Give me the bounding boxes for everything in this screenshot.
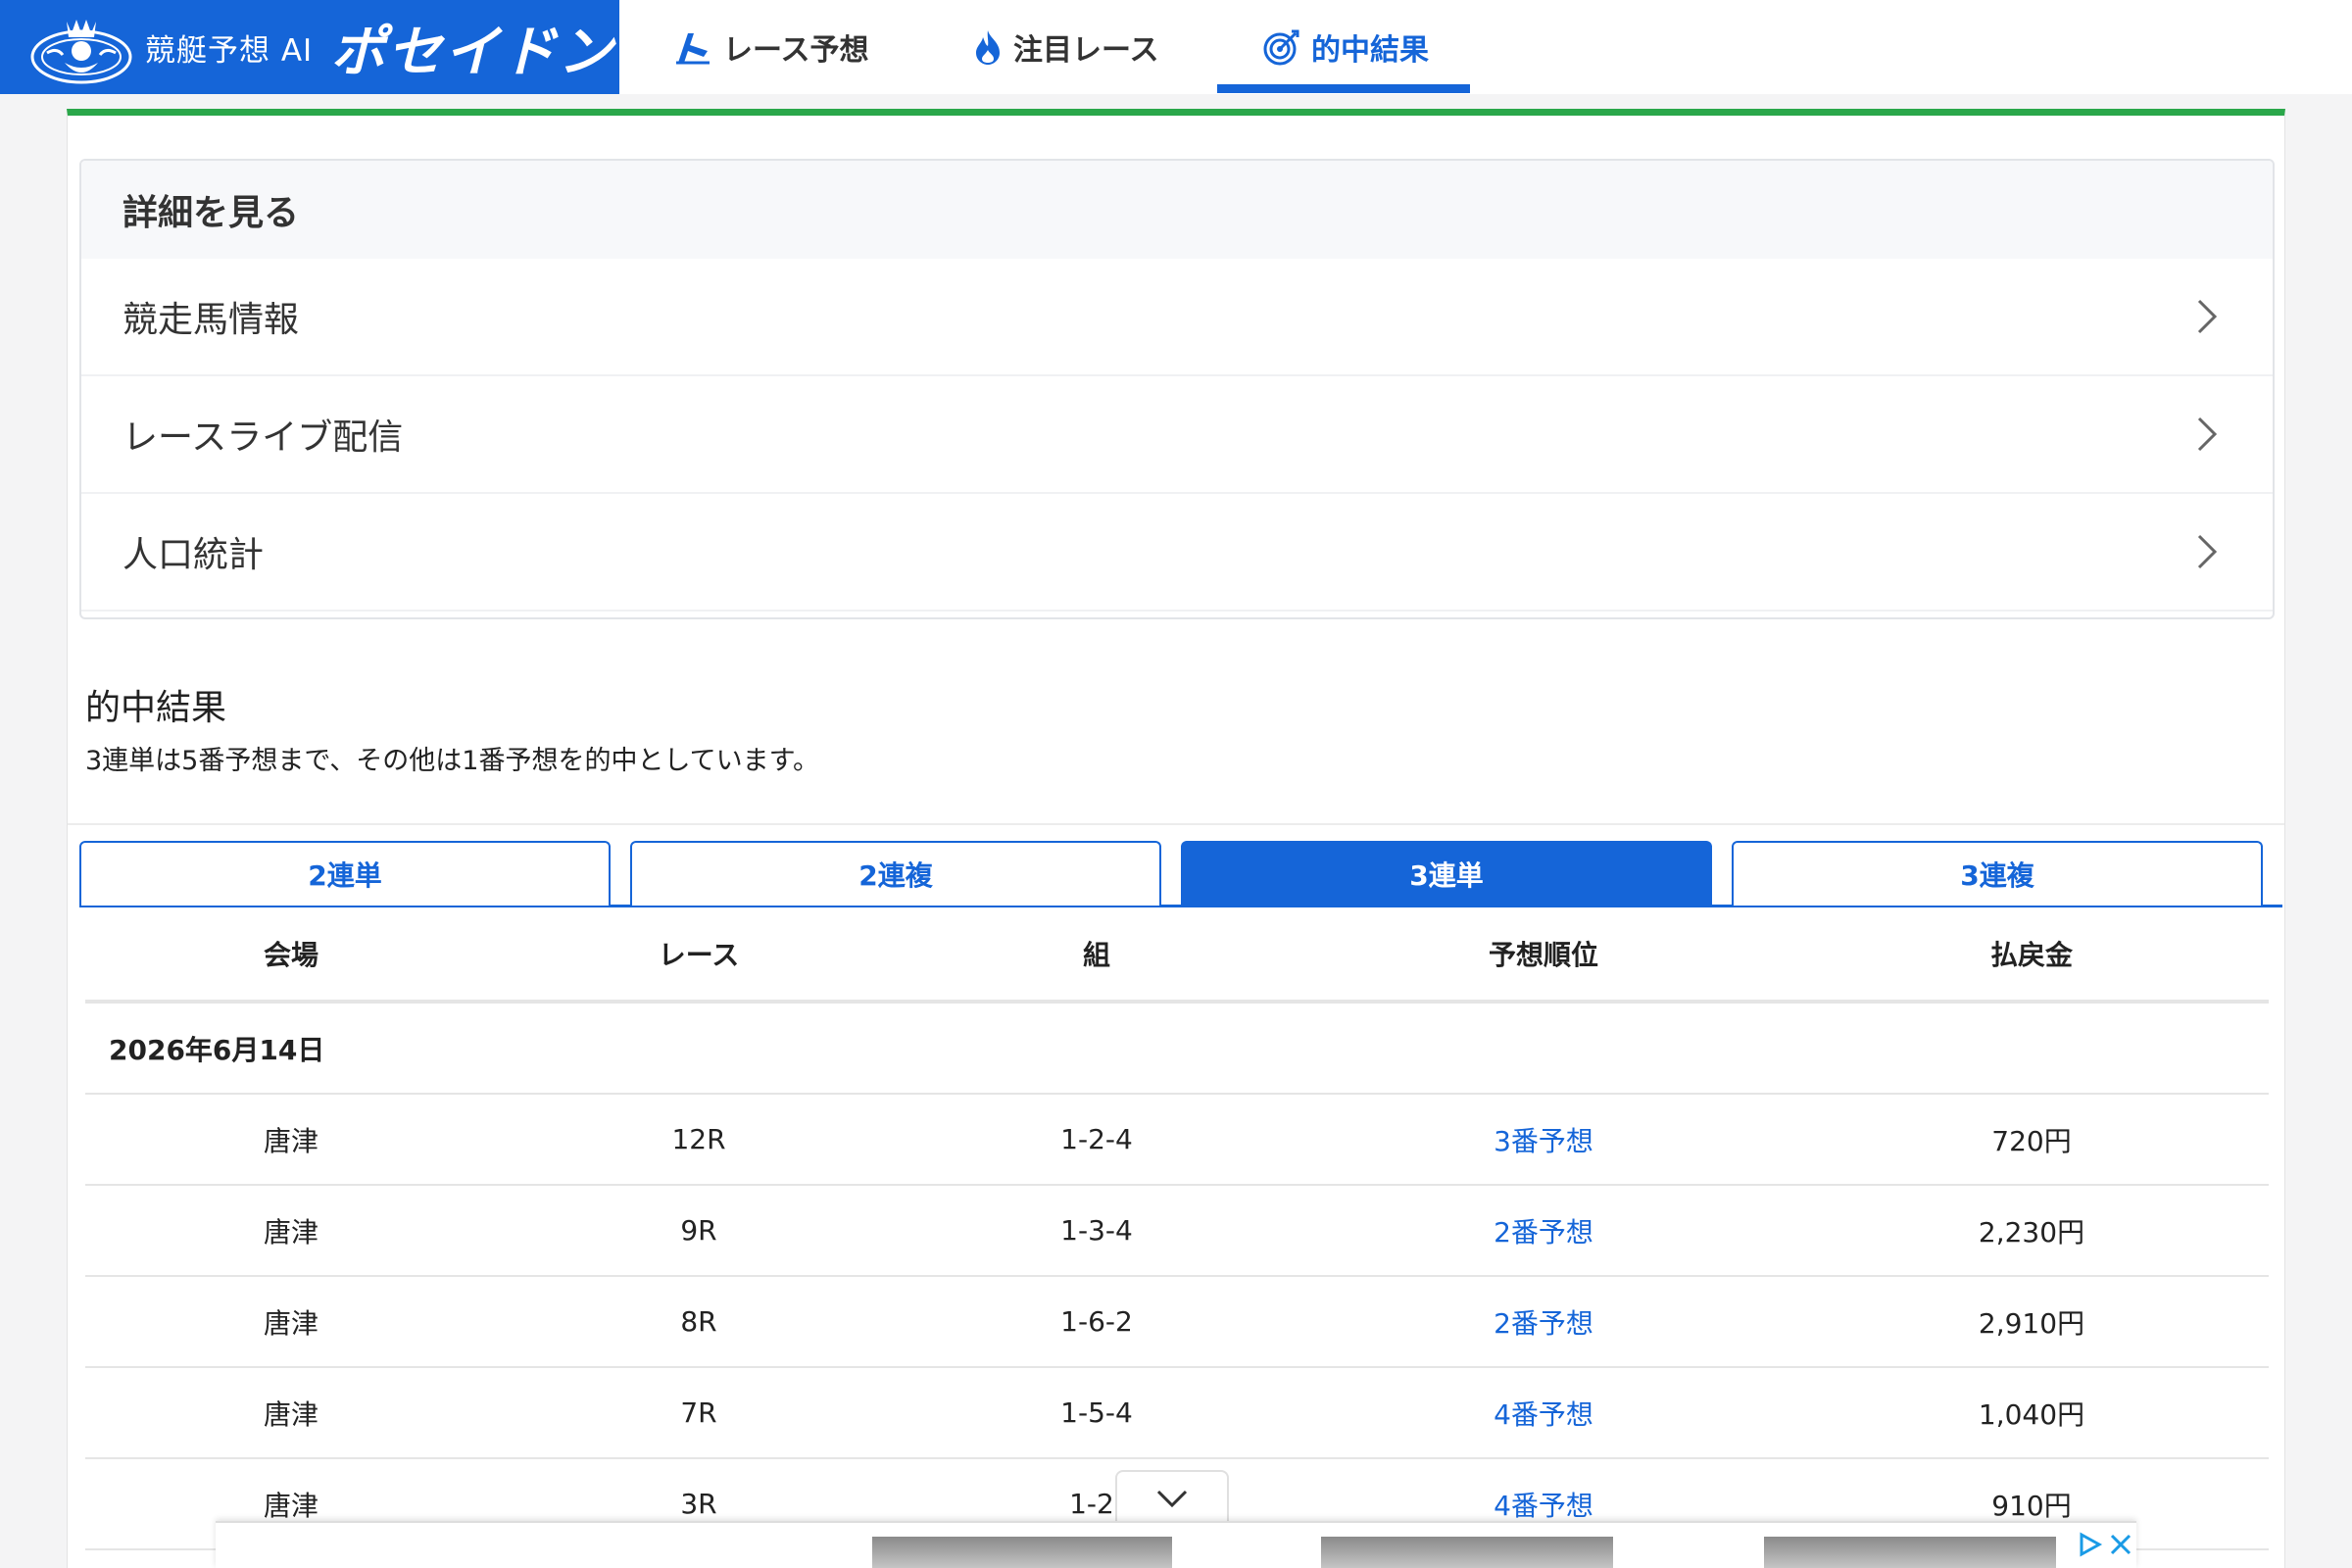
cell-venue: 唐津 [263,1397,318,1431]
chevron-right-icon [2197,299,2218,334]
chevron-right-icon [2197,416,2218,452]
boat-flag-icon [676,33,710,65]
table-row: 唐津 12R 1-2-4 3番予想 720円 [85,1095,2269,1186]
details-item-label: レースライブ配信 [122,417,404,458]
details-item-racer-info[interactable]: 競走馬情報 [81,259,2273,376]
close-icon[interactable] [2107,1531,2134,1558]
cell-payout: 1,040円 [1978,1397,2085,1431]
cell-prediction-rank-link[interactable]: 2番予想 [1293,1302,1794,1342]
nav-label: 的中結果 [1311,33,1429,68]
cell-prediction-rank-link[interactable]: 4番予想 [1293,1394,1794,1433]
chevron-down-icon [1156,1490,1188,1508]
bet-type-tabs: 2連単 2連複 3連単 3連複 [79,841,2282,907]
ad-banner[interactable] [216,1521,2136,1568]
details-item-live-stream[interactable]: レースライブ配信 [81,376,2273,494]
cell-payout: 2,910円 [1978,1306,2085,1340]
column-prediction-rank: 予想順位 [1488,939,1598,971]
cell-payout: 2,230円 [1978,1215,2085,1249]
details-item-label: 競走馬情報 [122,300,300,340]
column-venue: 会場 [263,939,318,971]
tab-trio[interactable]: 3連複 [1732,841,2263,906]
ad-image[interactable] [1321,1537,1613,1568]
poseidon-emblem-icon [30,20,132,84]
main-content: 詳細を見る 競走馬情報 レースライブ配信 人口統計 的中結果 3連単は5番予想ま… [67,109,2285,1568]
nav-race-prediction[interactable]: レース予想 [674,0,869,94]
column-race: レース [658,939,740,971]
cell-prediction-rank-link[interactable]: 4番予想 [1293,1485,1794,1524]
cell-race: 7R [680,1396,717,1429]
logo-subtitle: 競艇予想 AI [145,32,314,69]
details-panel: 詳細を見る 競走馬情報 レースライブ配信 人口統計 [79,159,2275,619]
cell-prediction-rank-link[interactable]: 2番予想 [1293,1211,1794,1250]
cell-prediction-rank-link[interactable]: 3番予想 [1293,1120,1794,1159]
results-note: 3連単は5番予想まで、その他は1番予想を的中としています。 [85,746,819,776]
details-item-label: 人口統計 [122,535,265,575]
tab-trifecta[interactable]: 3連単 [1181,841,1712,906]
nav-featured-race[interactable]: 注目レース [972,0,1159,94]
nav-label: 注目レース [1013,33,1159,68]
ad-collapse-button[interactable] [1115,1470,1229,1525]
cell-venue: 唐津 [263,1215,318,1249]
tab-quinella[interactable]: 2連複 [630,841,1161,906]
cell-combination: 1-6-2 [1060,1305,1133,1338]
cell-combination: 1-2- [1069,1488,1124,1520]
table-row: 唐津 8R 1-6-2 2番予想 2,910円 [85,1277,2269,1368]
tab-exacta[interactable]: 2連単 [79,841,611,906]
ad-choices-icon[interactable] [2076,1531,2103,1558]
nav-hit-results[interactable]: 的中結果 [1262,0,1429,94]
cell-combination: 1-2-4 [1060,1123,1133,1155]
table-row: 唐津 7R 1-5-4 4番予想 1,040円 [85,1368,2269,1459]
cell-combination: 1-3-4 [1060,1214,1133,1247]
active-nav-indicator [1217,84,1470,93]
cell-payout: 910円 [1991,1489,2072,1522]
table-header: 会場 レース 組 予想順位 払戻金 [85,907,2269,1004]
results-title: 的中結果 [85,688,227,728]
cell-race: 9R [680,1214,717,1247]
site-logo[interactable]: 競艇予想 AI ポセイドン [0,0,619,94]
cell-venue: 唐津 [263,1124,318,1157]
divider [68,823,2284,825]
ad-image[interactable] [872,1537,1172,1568]
cell-payout: 720円 [1991,1124,2072,1157]
details-title: 詳細を見る [81,161,2273,259]
logo-title: ポセイドン [330,20,615,84]
cell-venue: 唐津 [263,1489,318,1522]
column-combination: 組 [1082,939,1110,971]
date-group-header: 2026年6月14日 [85,1004,2269,1095]
table-row: 唐津 9R 1-3-4 2番予想 2,230円 [85,1186,2269,1277]
cell-venue: 唐津 [263,1306,318,1340]
column-payout: 払戻金 [1989,939,2073,971]
results-table: 会場 レース 組 予想順位 払戻金 2026年6月14日 唐津 12R 1-2-… [85,907,2269,1550]
ad-image[interactable] [1764,1537,2056,1568]
nav-label: レース予想 [723,33,869,68]
details-item-statistics[interactable]: 人口統計 [81,494,2273,612]
cell-combination: 1-5-4 [1060,1396,1133,1429]
target-icon [1263,29,1299,66]
chevron-right-icon [2197,534,2218,569]
fire-icon [976,30,1000,65]
cell-race: 8R [680,1305,717,1338]
site-header: 競艇予想 AI ポセイドン レース予想 注目レース 的中結果 [0,0,2352,94]
cell-race: 3R [680,1488,717,1520]
cell-race: 12R [671,1123,726,1155]
